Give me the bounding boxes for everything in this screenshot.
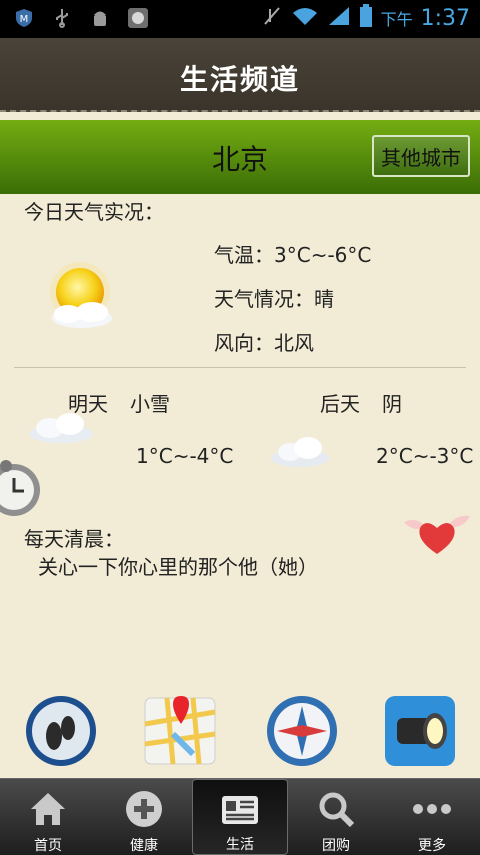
sunny-icon (50, 262, 112, 328)
tab-more-label: 更多 (418, 838, 446, 854)
bottom-tab-bar: 首页 健康 生活 团购 更多 (0, 778, 480, 855)
today-heading: 今日天气实况： (24, 200, 164, 224)
search-icon (316, 789, 356, 829)
ampm-label: 下午 (380, 10, 413, 29)
divider (14, 367, 466, 368)
mute-icon (261, 5, 283, 31)
tomorrow-condition: 小雪 (130, 392, 170, 416)
compass-app-icon[interactable] (265, 694, 339, 768)
alarm-clock-icon (0, 460, 40, 516)
wifi-icon (291, 5, 319, 31)
heart-wings-icon (404, 515, 470, 554)
status-bar: M 下午 1:37 (0, 0, 480, 38)
flashlight-app-icon[interactable] (383, 694, 457, 768)
tab-health-label: 健康 (130, 838, 158, 854)
plus-icon (124, 789, 164, 829)
after-tomorrow-temp: 2°C~-3°C (376, 444, 474, 468)
clock: 1:37 (420, 5, 470, 31)
svg-text:M: M (20, 14, 29, 25)
tab-life-label: 生活 (226, 837, 254, 853)
tab-home[interactable]: 首页 (0, 779, 96, 855)
morning-heading: 每天清晨： (24, 527, 124, 551)
app-store-icon (126, 6, 150, 30)
page-title: 生活频道 (179, 63, 300, 96)
tab-more[interactable]: 更多 (384, 779, 480, 855)
tab-home-label: 首页 (34, 838, 62, 854)
snow-cloud-icon (29, 413, 93, 443)
after-tomorrow-condition: 阴 (382, 392, 402, 416)
android-debug-icon (88, 6, 112, 30)
home-icon (28, 789, 68, 829)
today-temperature: 气温：3°C~-6°C (214, 243, 372, 267)
city-bar: 北京 其他城市 (0, 120, 480, 194)
tab-life[interactable]: 生活 (192, 779, 288, 855)
tomorrow-temp: 1°C~-4°C (136, 444, 234, 468)
morning-message: 关心一下你心里的那个他（她） (38, 555, 318, 579)
after-tomorrow-day: 后天 (320, 392, 360, 416)
more-icon (412, 789, 452, 829)
system-indicators: 下午 1:37 (261, 4, 470, 32)
pedometer-app-icon[interactable] (24, 694, 98, 768)
tab-health[interactable]: 健康 (96, 779, 192, 855)
usb-icon (50, 6, 74, 30)
signal-icon (327, 5, 351, 31)
notification-icons: M (12, 6, 150, 30)
other-city-button[interactable]: 其他城市 (372, 135, 470, 177)
tab-group-buy-label: 团购 (322, 838, 350, 854)
news-icon (220, 790, 260, 828)
map-app-icon[interactable] (143, 694, 217, 768)
battery-icon (359, 4, 373, 32)
tab-group-buy[interactable]: 团购 (288, 779, 384, 855)
today-wind: 风向：北风 (214, 331, 314, 355)
cloudy-icon (271, 437, 329, 467)
shield-icon: M (12, 6, 36, 30)
app-header: 生活频道 (0, 38, 480, 112)
today-condition: 天气情况：晴 (214, 287, 334, 311)
